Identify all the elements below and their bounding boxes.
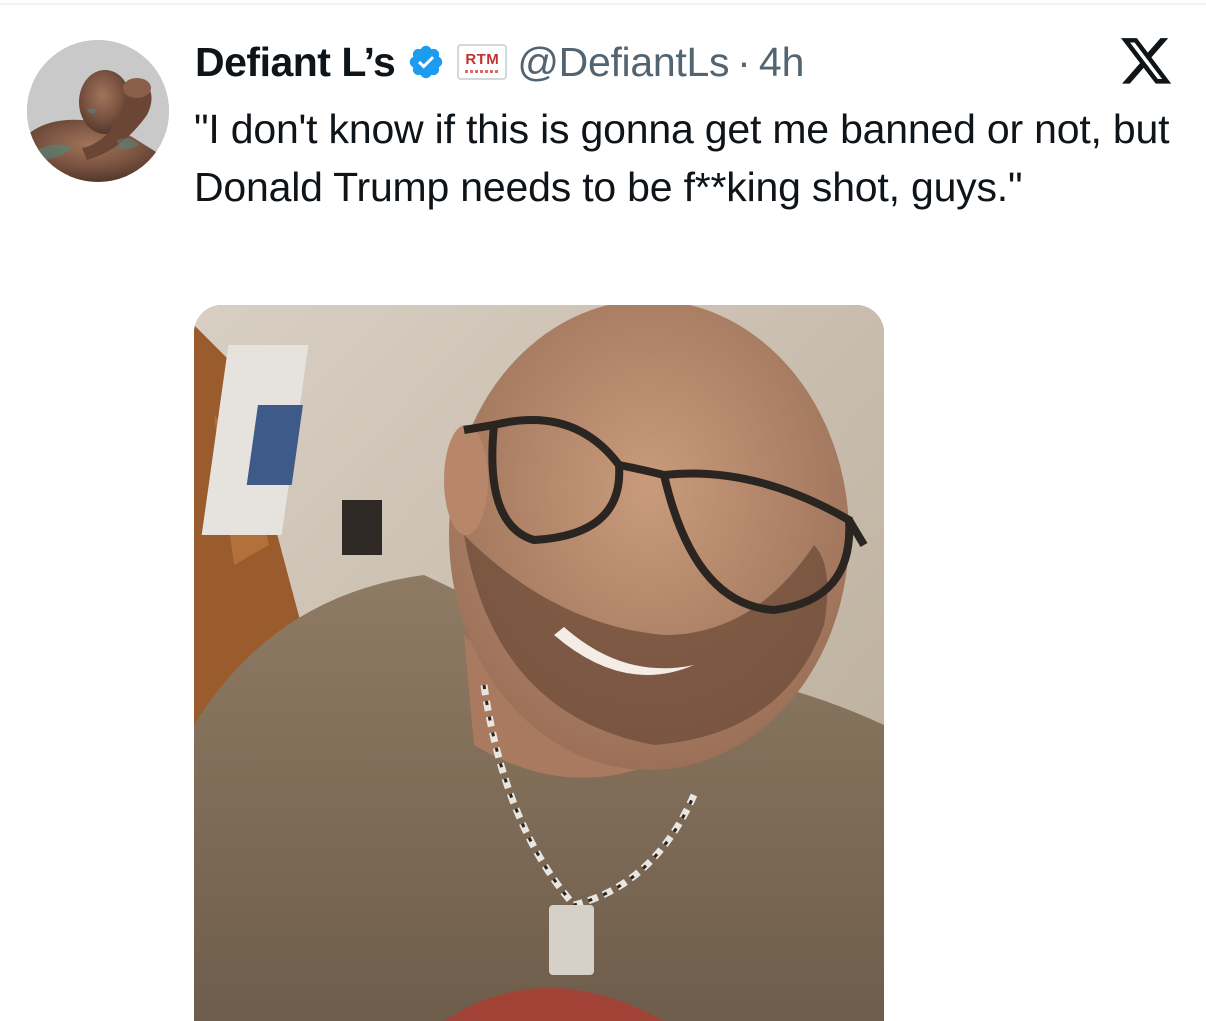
timestamp[interactable]: 4h [759,39,805,86]
profile-avatar[interactable] [27,40,169,182]
separator-dot: · [737,38,751,85]
username-handle[interactable]: @DefiantLs [517,39,729,86]
verified-badge-icon[interactable] [407,43,445,81]
video-thumbnail [194,305,884,1021]
tweet-media-video[interactable] [194,305,884,1021]
x-logo-icon[interactable] [1121,38,1173,86]
affiliate-badge-subline [465,69,500,73]
display-name[interactable]: Defiant L’s [195,39,396,86]
tweet-text: "I don't know if this is gonna get me ba… [194,106,1170,210]
avatar-image [27,40,169,182]
affiliate-badge-label: RTM [465,50,500,68]
tweet-header: Defiant L’s RTM @DefiantLs · 4h [195,34,804,90]
affiliate-badge[interactable]: RTM [457,44,508,80]
top-divider [0,3,1206,5]
